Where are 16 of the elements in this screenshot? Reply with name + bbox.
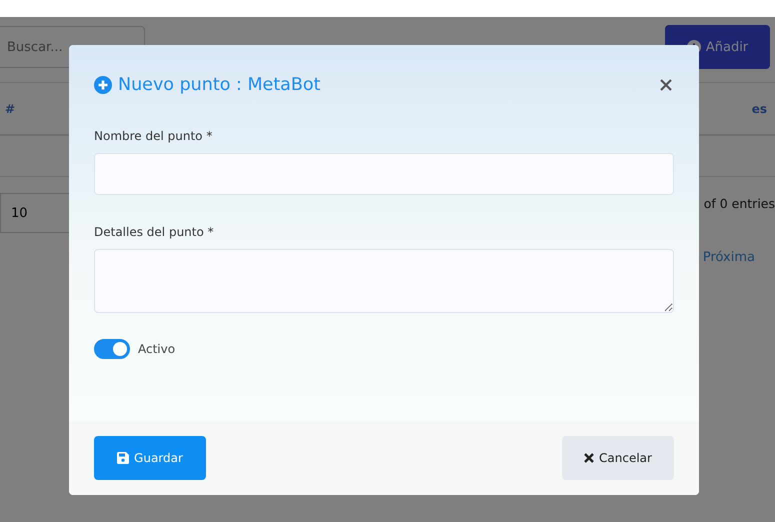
save-button[interactable]: Guardar (94, 436, 206, 480)
close-icon (660, 79, 672, 91)
field-label: Nombre del punto * (94, 129, 214, 143)
entries-info: of 0 entries (704, 196, 775, 211)
cancel-button[interactable]: Cancelar (562, 436, 674, 480)
next-link[interactable]: Próxima (702, 250, 755, 265)
input-field[interactable] (94, 153, 674, 195)
column-header: es (752, 102, 767, 116)
field-label: Detalles del punto * (94, 225, 215, 239)
plus-circle-icon (94, 76, 112, 94)
column-header: # (5, 102, 16, 116)
dialog-title: Nuevo punto : MetaBot (94, 75, 320, 95)
close-icon (584, 453, 594, 463)
toggle-switch[interactable] (94, 339, 130, 359)
close-button[interactable] (658, 77, 674, 93)
toggle-label: Activo (138, 342, 176, 356)
